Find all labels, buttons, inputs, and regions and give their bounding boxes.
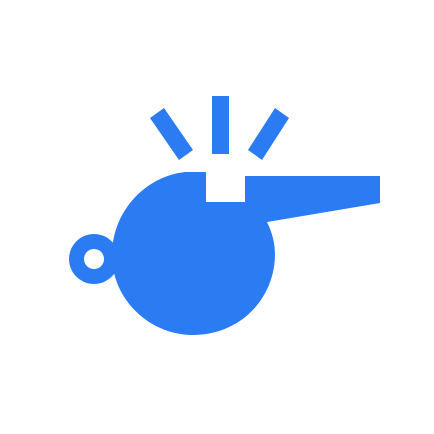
icon-canvas xyxy=(0,0,434,434)
sound-line-right xyxy=(248,108,289,160)
sound-line-left xyxy=(150,108,193,160)
whistle-shape xyxy=(69,96,380,335)
sound-line-center xyxy=(212,96,229,154)
whistle-body xyxy=(112,172,380,335)
whistle-icon xyxy=(69,96,380,335)
key-ring-hole xyxy=(84,249,104,269)
